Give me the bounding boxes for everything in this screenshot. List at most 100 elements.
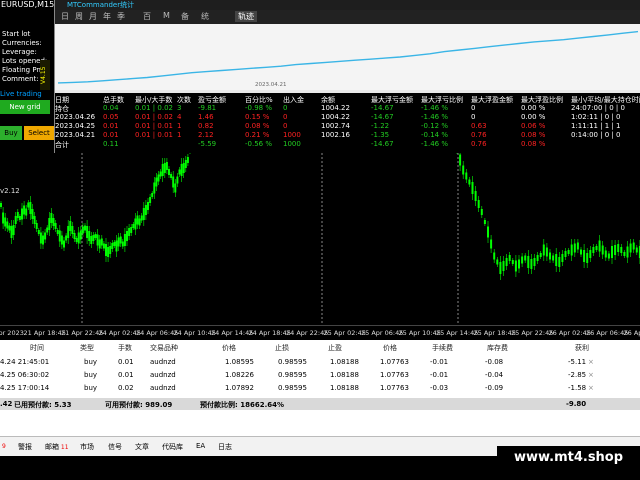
terminal-tab[interactable]: 代码库 bbox=[162, 442, 183, 452]
trade-cell: 0.01 bbox=[118, 358, 134, 366]
stats-header: 最大浮盈金额 bbox=[471, 96, 513, 104]
trade-cell: -0.01 bbox=[430, 358, 449, 366]
stats-cell: 1.46 bbox=[198, 113, 214, 121]
trade-cell: 0.01 bbox=[118, 371, 134, 379]
stats-cell: 0.11 bbox=[103, 140, 119, 148]
trade-header-cell[interactable]: 获利 bbox=[575, 343, 589, 353]
stats-cell: 1004.22 bbox=[321, 113, 350, 121]
trade-cell: -2.85 bbox=[568, 371, 587, 379]
stats-cell: 0.76 bbox=[471, 131, 487, 139]
mtc-tab-hundred[interactable]: 百 bbox=[143, 11, 151, 22]
stats-cell: 0 bbox=[283, 104, 288, 112]
stats-cell: 0.08 % bbox=[245, 122, 270, 130]
trade-row[interactable]: 4.25 06:30:02 buy 0.01 audnzd 1.08226 0.98595… bbox=[0, 371, 640, 383]
trade-cell: audnzd bbox=[150, 371, 176, 379]
stats-cell: -0.14 % bbox=[421, 131, 448, 139]
trade-header-cell[interactable]: 手数 bbox=[118, 343, 132, 353]
trade-table[interactable]: 时间 类型 手数 交易品种 价格 止损 止盈 价格 手续费 库存费 获利 4.24 21:45:01… bbox=[0, 340, 640, 440]
stats-cell: 0.08 % bbox=[521, 140, 546, 148]
mtc-tab-year[interactable]: 年 bbox=[103, 11, 111, 22]
trade-cell: -0.04 bbox=[485, 371, 504, 379]
stats-cell: -14.67 bbox=[371, 140, 394, 148]
mtc-tab-week[interactable]: 周 bbox=[75, 11, 83, 22]
price-chart[interactable]: EURUSD,M15 Start lot Currencies: Leverag… bbox=[0, 0, 640, 340]
buy-button[interactable]: Buy bbox=[0, 126, 22, 140]
trade-cell: 0.98595 bbox=[278, 358, 307, 366]
select-button[interactable]: Select bbox=[24, 126, 54, 140]
stats-cell: -0.12 % bbox=[421, 122, 448, 130]
trade-header-cell[interactable]: 手续费 bbox=[432, 343, 453, 353]
terminal-tab[interactable]: 警报 bbox=[18, 442, 32, 452]
trade-cell: buy bbox=[84, 358, 98, 366]
trade-cell: 1.08188 bbox=[330, 358, 359, 366]
summary-cell: 可用预付款: 989.09 bbox=[105, 401, 173, 409]
trade-row[interactable]: 4.25 17:00:14 buy 0.02 audnzd 1.07892 0.98595… bbox=[0, 384, 640, 396]
mtc-tab-trajectory[interactable]: 轨迹 bbox=[235, 11, 257, 22]
close-order-icon[interactable]: × bbox=[588, 358, 594, 366]
terminal-tab[interactable]: 信号 bbox=[108, 442, 122, 452]
mtc-tab-stats[interactable]: 统 bbox=[201, 11, 209, 22]
stats-cell: -1.46 % bbox=[421, 113, 448, 121]
trade-cell: 0.98595 bbox=[278, 384, 307, 392]
trade-cell: -0.01 bbox=[430, 371, 449, 379]
stats-cell: 2.12 bbox=[198, 131, 214, 139]
trade-cell: 4.25 06:30:02 bbox=[0, 371, 50, 379]
stats-cell: 2023.04.26 bbox=[55, 113, 96, 121]
mtc-tab-m[interactable]: M bbox=[163, 11, 170, 20]
close-order-icon[interactable]: × bbox=[588, 371, 594, 379]
equity-curve-chart bbox=[57, 30, 639, 84]
stats-cell: 1000 bbox=[283, 140, 301, 148]
terminal-tab[interactable]: 邮箱 11 bbox=[45, 442, 69, 452]
stats-cell: 0 bbox=[283, 113, 288, 121]
equity-line bbox=[57, 30, 639, 84]
mtc-toolbar: 日 周 月 年 季 百 M 备 统 轨迹 bbox=[55, 10, 640, 24]
mtc-tab-backup[interactable]: 备 bbox=[181, 11, 189, 22]
stats-cell: 2023.04.25 bbox=[55, 122, 96, 130]
trade-cell: buy bbox=[84, 384, 98, 392]
time-tick-label: 25 Apr 14:45 bbox=[436, 329, 479, 337]
terminal-tab[interactable]: EA bbox=[196, 442, 205, 450]
info-start-lot: Start lot bbox=[2, 30, 31, 38]
terminal-tab[interactable]: 日志 bbox=[218, 442, 232, 452]
trade-header-cell[interactable]: 交易品种 bbox=[150, 343, 178, 353]
stats-cell: 0.06 % bbox=[521, 122, 546, 130]
terminal-tab[interactable]: 文章 bbox=[135, 442, 149, 452]
time-tick-label: 25 Apr 06:45 bbox=[361, 329, 404, 337]
trade-header-cell[interactable]: 类型 bbox=[80, 343, 94, 353]
stats-cell: 1000 bbox=[283, 131, 301, 139]
trade-header-cell[interactable]: 价格 bbox=[383, 343, 397, 353]
time-tick-label: 24 Apr 22:45 bbox=[286, 329, 329, 337]
mtcommander-panel[interactable]: MTCommander统计 日 周 月 年 季 百 M 备 统 轨迹 2023.… bbox=[54, 0, 640, 153]
info-leverage: Leverage: bbox=[2, 48, 37, 56]
trade-cell: 4.24 21:45:01 bbox=[0, 358, 50, 366]
summary-cell: -9.80 bbox=[566, 400, 587, 408]
time-tick-label: 24 Apr 14:45 bbox=[211, 329, 254, 337]
mtc-tab-day[interactable]: 日 bbox=[61, 11, 69, 22]
trade-header-cell[interactable]: 止损 bbox=[275, 343, 289, 353]
trade-header-cell[interactable]: 时间 bbox=[30, 343, 44, 353]
terminal-tab[interactable]: 9 bbox=[2, 442, 6, 450]
trade-header-cell[interactable]: 库存费 bbox=[487, 343, 508, 353]
time-tick-label: 21 Apr 18:45 bbox=[23, 329, 66, 337]
trade-cell: 1.08188 bbox=[330, 371, 359, 379]
stats-cell: 0.01 | 0.02 bbox=[135, 104, 173, 112]
time-tick-label: 26 Apr 02:45 bbox=[548, 329, 591, 337]
stats-cell: -14.67 bbox=[371, 113, 394, 121]
summary-cell: 预付款比例: 18662.64% bbox=[200, 401, 285, 409]
time-tick-label: Apr 2023 bbox=[0, 329, 24, 337]
stats-table: 日期 总手数 最小/大手数 次数 盈亏金额 百分比% 出入金 余额 最大浮亏金额 最大浮亏比例 最大… bbox=[55, 93, 640, 153]
trade-header-cell[interactable]: 价格 bbox=[222, 343, 236, 353]
stats-cell: 0.76 bbox=[471, 140, 487, 148]
close-order-icon[interactable]: × bbox=[588, 384, 594, 392]
mtc-tab-month[interactable]: 月 bbox=[89, 11, 97, 22]
mtc-tab-season[interactable]: 季 bbox=[117, 11, 125, 22]
stats-cell: -14.67 bbox=[371, 104, 394, 112]
terminal-tab[interactable]: 市场 bbox=[80, 442, 94, 452]
new-grid-button[interactable]: New grid bbox=[0, 100, 50, 114]
trade-header-cell[interactable]: 止盈 bbox=[328, 343, 342, 353]
stats-cell: -0.98 % bbox=[245, 104, 272, 112]
symbol-title: EURUSD,M15 bbox=[1, 0, 55, 9]
stats-cell: -5.59 bbox=[198, 140, 217, 148]
trade-row[interactable]: 4.24 21:45:01 buy 0.01 audnzd 1.08595 0.98595… bbox=[0, 358, 640, 370]
trade-cell: 1.07892 bbox=[225, 384, 254, 392]
